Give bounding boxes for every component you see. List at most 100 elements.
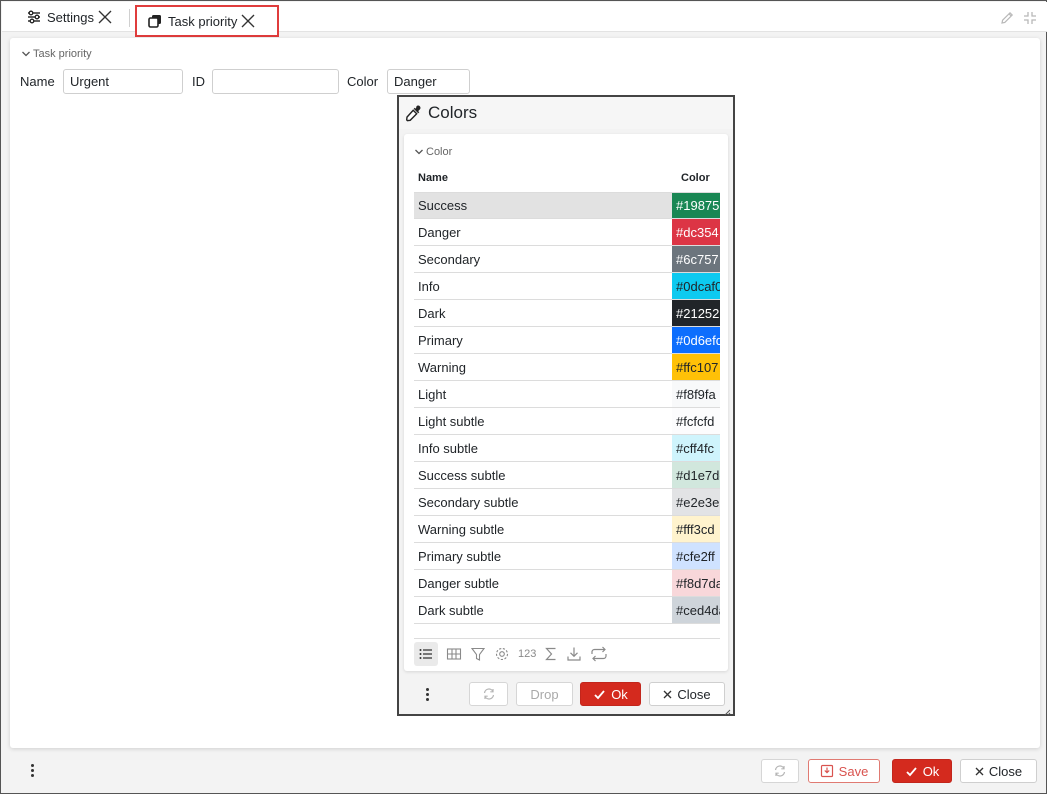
tab-task-priority-label: Task priority — [168, 13, 238, 29]
table-row[interactable]: Danger subtle #f8d7da — [414, 570, 720, 597]
cell-name: Warning — [418, 359, 466, 375]
tab-task-priority[interactable]: Task priority — [135, 5, 279, 37]
cell-color: #0dcaf0 — [672, 273, 720, 299]
gear-icon[interactable] — [494, 642, 510, 666]
refresh-icon — [773, 764, 787, 778]
table-row[interactable]: Primary subtle #cfe2ff — [414, 543, 720, 570]
cell-color: #f8d7da — [672, 570, 720, 596]
cell-name: Light subtle — [418, 413, 485, 429]
tab-settings-label: Settings — [47, 9, 94, 25]
cell-name: Dark — [418, 305, 446, 321]
table-row[interactable]: Success subtle #d1e7dd — [414, 462, 720, 489]
table-row[interactable]: Dark subtle #ced4da — [414, 597, 720, 624]
section-title: Task priority — [33, 48, 92, 60]
grid-toolbar: 123 — [414, 638, 720, 668]
color-input[interactable] — [387, 69, 470, 94]
cell-color: #21252 — [672, 300, 720, 326]
drop-label: Drop — [530, 686, 559, 702]
save-icon — [820, 764, 834, 778]
chevron-down-icon — [414, 147, 424, 157]
tab-divider — [129, 9, 130, 27]
cell-name: Primary — [418, 332, 463, 348]
section-header-color[interactable]: Color — [414, 146, 452, 158]
dialog-close-label: Close — [677, 686, 711, 702]
dialog-ok-label: Ok — [611, 686, 628, 702]
dialog-refresh-button[interactable] — [469, 682, 508, 706]
drop-button[interactable]: Drop — [516, 682, 573, 706]
cell-color: #fcfcfd — [672, 408, 720, 434]
table-row[interactable]: Secondary subtle #e2e3e5 — [414, 489, 720, 516]
cell-color: #cff4fc — [672, 435, 720, 461]
close-button[interactable]: Close — [960, 759, 1037, 783]
dialog-title: Colors — [428, 103, 478, 122]
cell-color: #0d6efd — [672, 327, 720, 353]
grid-header: Name Color — [414, 164, 720, 192]
table-row[interactable]: Danger #dc354 — [414, 219, 720, 246]
download-icon[interactable] — [566, 642, 582, 666]
name-input[interactable] — [63, 69, 183, 94]
sigma-icon[interactable] — [544, 642, 558, 666]
tab-bar: Settings Task priority — [2, 2, 1047, 37]
save-button[interactable]: Save — [808, 759, 880, 783]
cell-name: Warning subtle — [418, 521, 505, 537]
filter-icon[interactable] — [470, 642, 486, 666]
cell-color: #d1e7dd — [672, 462, 720, 488]
table-view-icon[interactable] — [446, 642, 462, 666]
close-label: Close — [988, 763, 1023, 779]
colors-dialog: Colors Color Name Color Success #19875 Dan… — [397, 95, 735, 716]
cell-name: Secondary subtle — [418, 494, 519, 510]
close-icon — [975, 767, 984, 776]
ok-label: Ok — [922, 763, 940, 779]
dialog-header[interactable]: Colors — [399, 97, 733, 129]
dialog-body: Color Name Color Success #19875 Danger #dc3… — [404, 134, 728, 671]
table-row[interactable]: Warning subtle #fff3cd — [414, 516, 720, 543]
name-label: Name — [20, 74, 55, 89]
tab-settings[interactable]: Settings — [26, 2, 113, 32]
cell-name: Light — [418, 386, 447, 402]
pencil-icon[interactable] — [999, 10, 1015, 26]
dialog-close-button[interactable]: Close — [649, 682, 725, 706]
table-row[interactable]: Info #0dcaf0 — [414, 273, 720, 300]
table-row[interactable]: Warning #ffc107 — [414, 354, 720, 381]
table-row[interactable]: Light subtle #fcfcfd — [414, 408, 720, 435]
column-header-name[interactable]: Name — [414, 172, 672, 184]
save-label: Save — [838, 763, 869, 779]
check-icon — [593, 688, 606, 701]
ok-button[interactable]: Ok — [892, 759, 952, 783]
close-icon — [663, 690, 672, 699]
cell-name: Dark subtle — [418, 602, 484, 618]
more-options-icon[interactable] — [422, 686, 432, 702]
cell-color: #e2e3e5 — [672, 489, 720, 515]
resize-handle-icon[interactable] — [723, 704, 731, 716]
refresh-button[interactable] — [761, 759, 799, 783]
cell-name: Secondary — [418, 251, 481, 267]
numeric-format-icon[interactable]: 123 — [518, 642, 536, 666]
id-input[interactable] — [212, 69, 339, 94]
close-icon[interactable] — [97, 9, 113, 25]
cell-name: Danger subtle — [418, 575, 499, 591]
dialog-ok-button[interactable]: Ok — [580, 682, 641, 706]
collapse-icon[interactable] — [1022, 10, 1038, 26]
table-row[interactable]: Light #f8f9fa — [414, 381, 720, 408]
list-view-icon[interactable] — [414, 641, 438, 666]
chevron-down-icon — [21, 49, 31, 59]
cell-name: Success — [414, 193, 672, 218]
sync-icon[interactable] — [590, 642, 608, 666]
column-header-color[interactable]: Color — [672, 172, 720, 184]
table-row[interactable]: Dark #21252 — [414, 300, 720, 327]
cell-name: Success subtle — [418, 467, 506, 483]
table-row[interactable]: Primary #0d6efd — [414, 327, 720, 354]
window-frame: Settings Task priority Task priority Nam… — [0, 0, 1047, 794]
cell-color: #6c757 — [672, 246, 720, 272]
sliders-icon — [26, 9, 42, 25]
cell-color: #dc354 — [672, 219, 720, 245]
close-icon[interactable] — [240, 13, 256, 29]
copy-icon — [147, 13, 163, 29]
more-options-icon[interactable] — [27, 762, 37, 778]
color-label: Color — [347, 74, 379, 89]
section-header-task-priority[interactable]: Task priority — [21, 48, 92, 60]
table-row[interactable]: Secondary #6c757 — [414, 246, 720, 273]
table-row[interactable]: Info subtle #cff4fc — [414, 435, 720, 462]
cell-name: Primary subtle — [418, 548, 502, 564]
table-row[interactable]: Success #19875 — [414, 192, 720, 219]
